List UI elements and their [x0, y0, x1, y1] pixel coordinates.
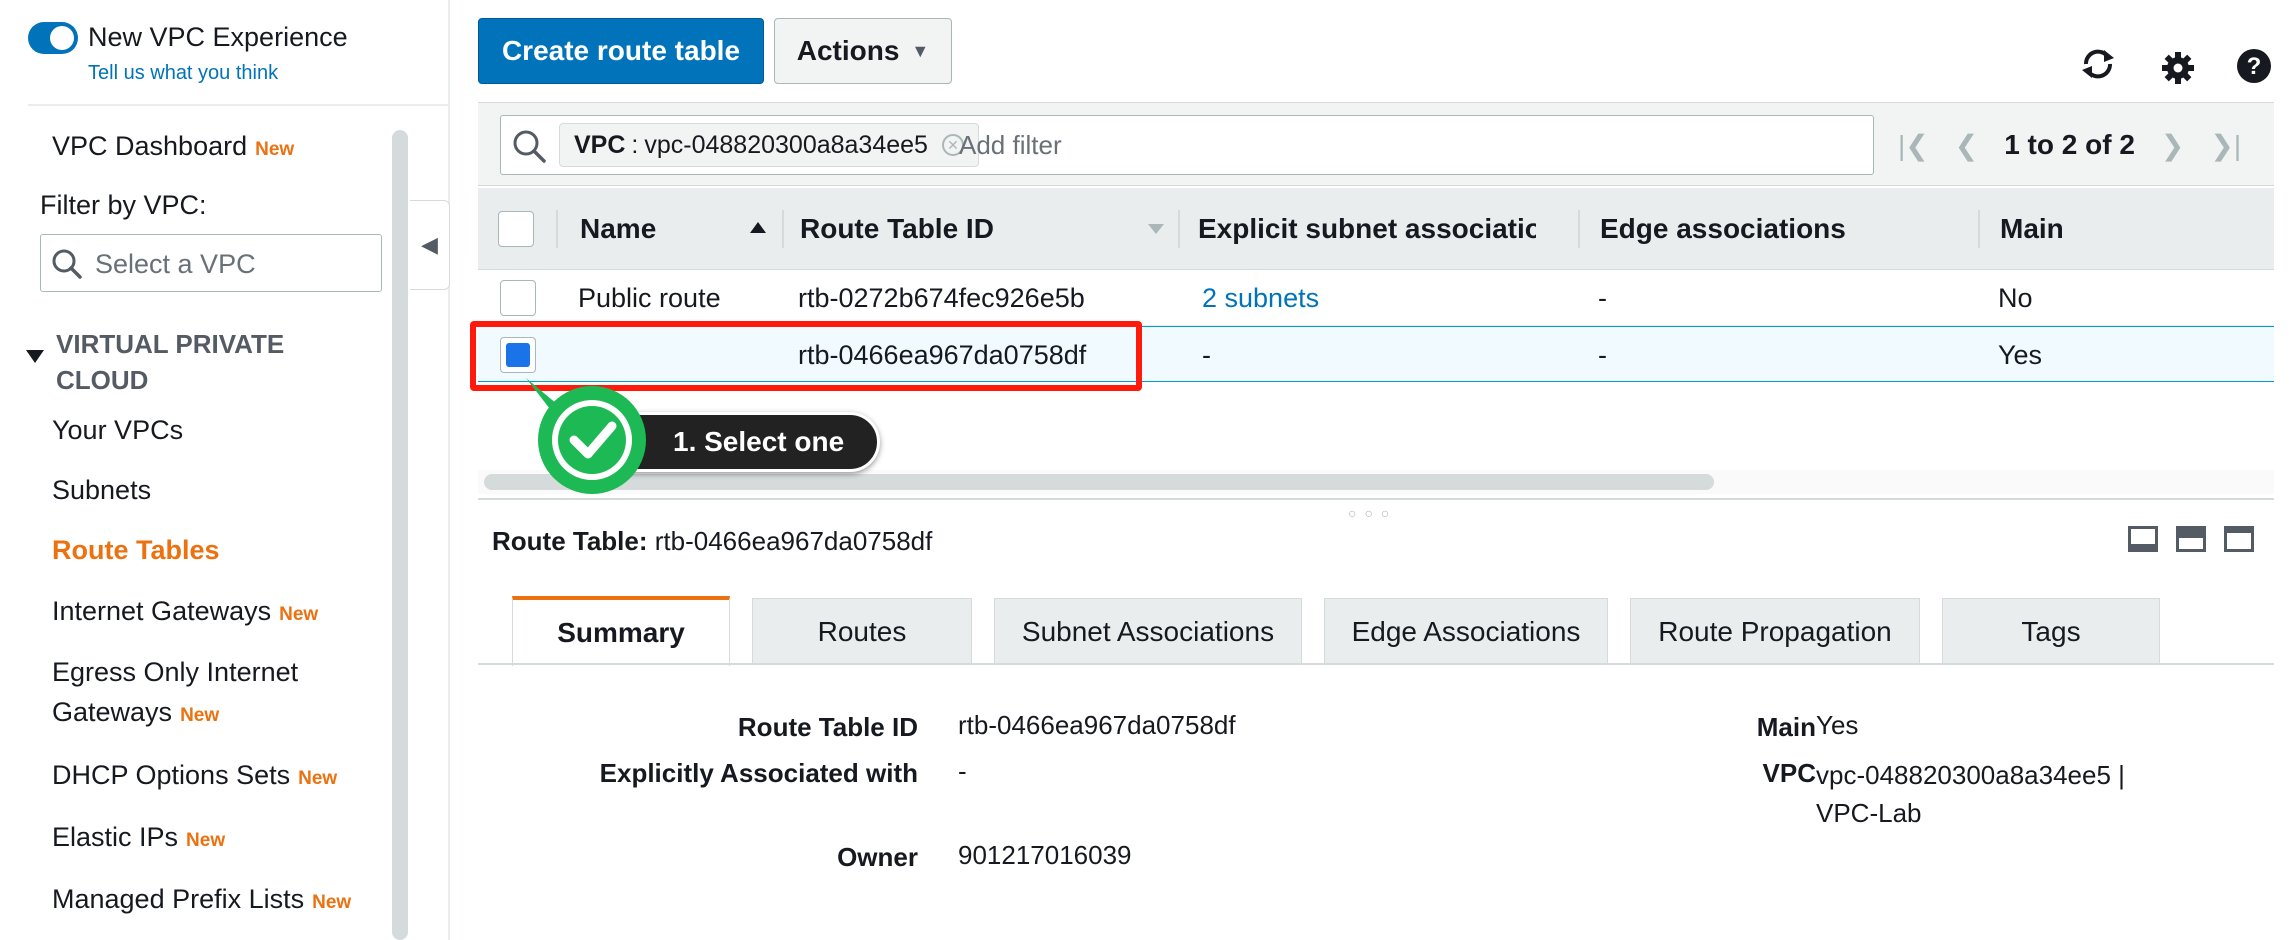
search-icon [513, 130, 546, 163]
actions-button[interactable]: Actions ▼ [774, 18, 952, 84]
column-explicit-subnet[interactable]: Explicit subnet association [1198, 188, 1536, 270]
table-horizontal-scrollbar[interactable] [478, 470, 2274, 494]
new-experience-toggle[interactable] [28, 22, 78, 54]
route-table-id-value: rtb-0466ea967da0758df [958, 710, 1236, 740]
chevron-down-icon: ▼ [911, 40, 930, 61]
sidebar-item-prefix-lists[interactable]: Managed Prefix Lists New [52, 879, 351, 923]
filter-by-vpc-label: Filter by VPC: [40, 190, 207, 220]
create-route-table-button[interactable]: Create route table [478, 18, 764, 84]
sidebar-item-egress-only[interactable]: Egress Only Internet Gateways New [52, 652, 298, 736]
filter-bar: VPC: vpc-048820300a8a34ee5 ✕ Add filter |… [478, 102, 2274, 186]
cell-subnets: - [1202, 339, 1211, 370]
panel-layout-split-icon[interactable] [2176, 526, 2206, 552]
cell-main: No [1998, 282, 2033, 313]
panel-layout-full-icon[interactable] [2224, 526, 2254, 552]
sidebar-item-your-vpcs[interactable]: Your VPCs [52, 410, 183, 450]
owner-label: Owner [837, 842, 918, 872]
tab-subnet-associations[interactable]: Subnet Associations [994, 598, 1302, 664]
caret-down-icon[interactable] [26, 350, 44, 363]
search-icon [52, 249, 82, 279]
section-title[interactable]: VIRTUAL PRIVATE CLOUD [56, 326, 284, 398]
vpc-label: VPC [1762, 758, 1816, 788]
table-row[interactable]: Public route rtb-0272b674fec926e5b 2 sub… [478, 270, 2274, 326]
cell-edge: - [1598, 339, 1607, 370]
new-experience-label: New VPC Experience [88, 22, 348, 52]
vpc-select[interactable]: Select a VPC [40, 234, 382, 292]
cell-name: Public route [578, 282, 721, 313]
feedback-link[interactable]: Tell us what you think [88, 62, 278, 85]
sidebar-item-dhcp[interactable]: DHCP Options Sets New [52, 755, 337, 799]
resize-handle-icon[interactable]: ○○○ [1348, 505, 1397, 521]
sidebar-item-subnets[interactable]: Subnets [52, 470, 151, 510]
sidebar-item-vpc-dashboard[interactable]: VPC Dashboard New [52, 126, 294, 170]
chevron-left-icon: ◀ [421, 232, 438, 257]
first-page-icon[interactable]: |❮ [1898, 129, 1929, 162]
cell-route-table-id: rtb-0272b674fec926e5b [798, 282, 1085, 313]
table-header: Name Route Table ID Explicit subnet asso… [478, 188, 2274, 270]
main-value: Yes [1816, 710, 1859, 740]
sidebar-item-elastic-ips[interactable]: Elastic IPs New [52, 817, 225, 861]
vpc-filter-chip[interactable]: VPC: vpc-048820300a8a34ee5 ✕ [559, 123, 979, 167]
pagination: |❮ ❮ 1 to 2 of 2 ❯ ❯| [1898, 103, 2241, 187]
gear-icon[interactable] [2158, 48, 2198, 88]
sort-asc-icon[interactable] [750, 222, 766, 233]
add-filter-placeholder: Add filter [959, 130, 1062, 160]
column-name[interactable]: Name [580, 188, 656, 270]
split-divider[interactable] [478, 498, 2274, 500]
tabs-underline [478, 663, 2274, 665]
tab-edge-associations[interactable]: Edge Associations [1324, 598, 1608, 664]
checkmark-icon [526, 378, 646, 494]
prev-page-icon[interactable]: ❮ [1955, 129, 1978, 162]
sidebar: New VPC Experience Tell us what you thin… [0, 0, 452, 940]
main-label: Main [1756, 712, 1816, 742]
last-page-icon[interactable]: ❯| [2210, 129, 2241, 162]
filter-input[interactable]: VPC: vpc-048820300a8a34ee5 ✕ Add filter [500, 115, 1874, 175]
sidebar-item-internet-gateways[interactable]: Internet Gateways New [52, 591, 318, 635]
column-main[interactable]: Main [2000, 188, 2064, 270]
row-checkbox[interactable] [500, 280, 536, 316]
sidebar-item-route-tables[interactable]: Route Tables [52, 530, 220, 570]
select-all-checkbox[interactable] [498, 211, 534, 247]
column-route-table-id[interactable]: Route Table ID [800, 188, 994, 270]
owner-value: 901217016039 [958, 840, 1132, 870]
route-table-id-label: Route Table ID [737, 712, 918, 742]
vpc-select-placeholder: Select a VPC [95, 249, 256, 279]
sidebar-border [448, 0, 450, 940]
tab-tags[interactable]: Tags [1942, 598, 2160, 664]
page-range: 1 to 2 of 2 [2004, 129, 2135, 160]
svg-text:?: ? [2247, 53, 2262, 80]
refresh-icon[interactable] [2078, 44, 2118, 84]
cell-edge: - [1598, 282, 1607, 313]
explicitly-associated-value: - [958, 756, 967, 786]
subnets-link[interactable]: 2 subnets [1202, 270, 1319, 326]
help-icon[interactable]: ? [2234, 46, 2274, 86]
column-edge-associations[interactable]: Edge associations [1600, 188, 1846, 270]
next-page-icon[interactable]: ❯ [2161, 129, 2184, 162]
sort-icon[interactable] [1148, 224, 1164, 234]
collapse-sidebar-button[interactable]: ◀ [410, 200, 450, 290]
cell-main: Yes [1998, 339, 2043, 370]
tab-summary[interactable]: Summary [512, 596, 730, 666]
detail-title: Route Table: rtb-0466ea967da0758df [492, 526, 933, 556]
sidebar-scrollbar[interactable] [392, 130, 408, 940]
sidebar-divider [28, 104, 448, 106]
explicitly-associated-label: Explicitly Associated with [599, 758, 918, 788]
panel-layout-bottom-icon[interactable] [2128, 526, 2158, 552]
tab-route-propagation[interactable]: Route Propagation [1630, 598, 1920, 664]
vpc-link[interactable]: vpc-048820300a8a34ee5 | VPC-Lab [1816, 756, 2125, 832]
tab-routes[interactable]: Routes [752, 598, 972, 664]
